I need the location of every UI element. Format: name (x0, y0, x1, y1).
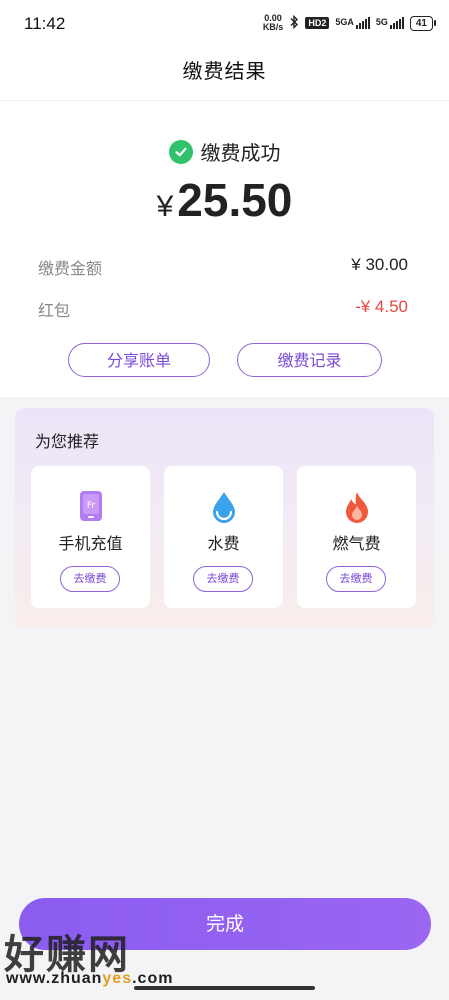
recommend-card-name: 燃气费 (332, 534, 381, 553)
recommend-card-name: 水费 (207, 534, 240, 553)
status-icons: 0.00 KB/s HD2 5GA 5G 41 (263, 14, 437, 32)
hd-badge: HD2 (305, 17, 330, 29)
signal-strength-icon: 5GA (335, 17, 370, 29)
payment-amount-row: 缴费金额 ¥ 30.00 (38, 255, 408, 279)
signal-label-2: 5G (375, 17, 388, 27)
watermark-url-highlight: yes (102, 970, 133, 987)
bluetooth-icon (289, 14, 299, 31)
recommend-title: 为您推荐 (35, 432, 100, 451)
page-header: 缴费结果 (0, 50, 449, 100)
go-pay-button[interactable]: 去缴费 (326, 566, 386, 592)
go-pay-button[interactable]: 去缴费 (60, 566, 120, 592)
currency-symbol: ¥ (156, 190, 174, 223)
recommend-section: 为您推荐 Fr 手机充值 去缴费 水费 去缴费 燃气费 去缴费 (15, 408, 434, 627)
status-bar: 11:42 0.00 KB/s HD2 5GA 5G 41 (0, 0, 449, 50)
page-title: 缴费结果 (182, 59, 267, 83)
payment-amount-label: 缴费金额 (38, 259, 103, 278)
net-speed: 0.00 KB/s (263, 14, 284, 32)
signal-label: 5GA (335, 17, 354, 27)
success-text: 缴费成功 (200, 141, 281, 165)
battery-icon: 41 (409, 15, 437, 31)
recommend-card-water[interactable]: 水费 去缴费 (164, 466, 283, 608)
payment-records-button[interactable]: 缴费记录 (237, 343, 382, 377)
status-time: 11:42 (24, 14, 66, 33)
recommend-card-name: 手机充值 (58, 534, 123, 553)
recommend-card-gas[interactable]: 燃气费 去缴费 (297, 466, 416, 608)
share-bill-button[interactable]: 分享账单 (68, 343, 210, 377)
success-status: 缴费成功 (0, 137, 449, 166)
flame-icon (341, 490, 373, 524)
signal-strength-icon-2: 5G (376, 17, 404, 29)
red-packet-row: 红包 -¥ 4.50 (38, 297, 408, 321)
red-packet-value: -¥ 4.50 (355, 297, 408, 316)
watermark-url-suffix: .com (132, 970, 174, 987)
payment-amount-value: ¥ 30.00 (351, 255, 408, 274)
net-speed-unit: KB/s (262, 22, 284, 32)
phone-recharge-icon: Fr (75, 490, 107, 524)
payment-result-card: 缴费成功 ¥25.50 缴费金额 ¥ 30.00 红包 -¥ 4.50 分享账单… (0, 100, 449, 397)
red-packet-label: 红包 (38, 301, 71, 320)
home-indicator[interactable] (134, 986, 315, 990)
recommend-card-phone[interactable]: Fr 手机充值 去缴费 (31, 466, 150, 608)
amount-value: 25.50 (177, 174, 293, 226)
check-circle-icon (168, 139, 193, 164)
water-drop-icon (208, 490, 240, 524)
go-pay-button[interactable]: 去缴费 (193, 566, 253, 592)
watermark-url-prefix: www.zhuan (6, 970, 103, 987)
svg-text:Fr: Fr (87, 501, 96, 511)
site-watermark: 好赚网 www.zhuanyes.com (4, 922, 204, 992)
paid-amount: ¥25.50 (0, 173, 449, 227)
